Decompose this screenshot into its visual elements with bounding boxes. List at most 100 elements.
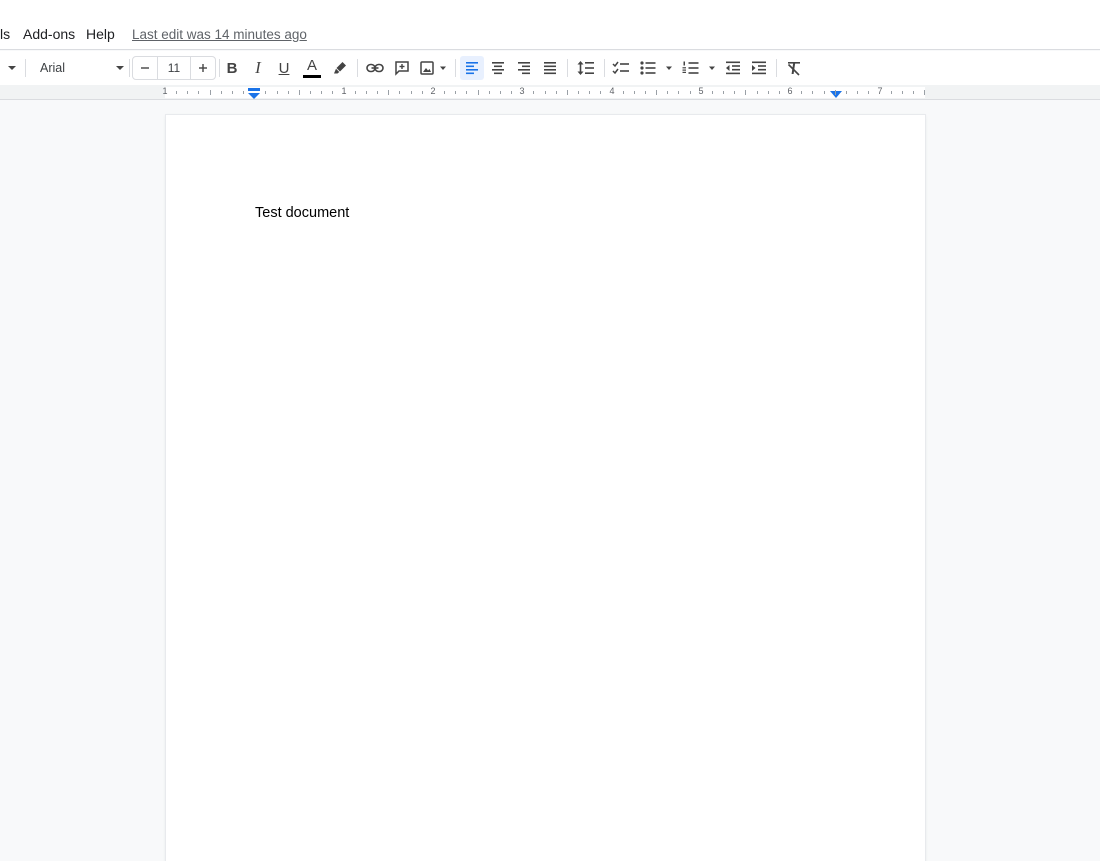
ruler-number: 4 (609, 86, 615, 96)
style-dropdown-caret[interactable] (8, 66, 16, 70)
clear-formatting-button[interactable] (782, 56, 806, 80)
menu-help[interactable]: Help (86, 26, 115, 42)
ruler-tick (489, 91, 490, 94)
numbered-list-button[interactable] (680, 56, 720, 80)
align-center-button[interactable] (486, 56, 510, 80)
toolbar-divider (129, 59, 130, 77)
ruler-tick (835, 90, 836, 95)
text-color-button[interactable]: A (300, 56, 324, 80)
italic-icon: I (255, 58, 261, 77)
ruler-tick (667, 91, 668, 94)
image-icon (420, 61, 446, 75)
ruler-tick (265, 91, 266, 94)
ruler-tick (779, 91, 780, 94)
italic-button[interactable]: I (247, 56, 269, 80)
ruler-tick (556, 91, 557, 94)
ruler-tick (299, 90, 300, 95)
insert-link-button[interactable] (362, 56, 388, 80)
ruler-tick (455, 91, 456, 94)
ruler-tick (466, 91, 467, 94)
highlight-color-button[interactable] (328, 56, 352, 80)
ruler-tick (545, 91, 546, 94)
ruler-tick (857, 91, 858, 94)
font-family-select[interactable]: Arial (30, 56, 128, 80)
font-size-stepper (132, 56, 216, 80)
document-page[interactable]: Test document (166, 115, 925, 861)
underline-button[interactable]: U (273, 56, 295, 80)
document-body-text[interactable]: Test document (255, 205, 349, 221)
ruler-number: 1 (341, 86, 347, 96)
ruler-tick (478, 90, 479, 95)
ruler-tick (846, 91, 847, 94)
ruler-tick (678, 91, 679, 94)
ruler-tick (690, 91, 691, 94)
increase-font-size-button[interactable] (191, 57, 215, 79)
ruler-tick (924, 90, 925, 95)
toolbar-divider (455, 59, 456, 77)
ruler-tick (757, 91, 758, 94)
align-left-button[interactable] (460, 56, 484, 80)
bulleted-list-button[interactable] (637, 56, 677, 80)
menu-addons[interactable]: Add-ons (23, 26, 75, 42)
decrease-indent-button[interactable] (721, 56, 745, 80)
ruler-tick (600, 91, 601, 94)
underline-icon: U (278, 59, 290, 77)
align-right-button[interactable] (512, 56, 536, 80)
chevron-down-icon (116, 66, 124, 70)
indent-increase-icon (752, 61, 766, 75)
menu-tools[interactable]: ls (0, 26, 10, 42)
ruler[interactable]: 1 1 2 3 4 5 6 7 (0, 85, 1100, 100)
bold-button[interactable]: B (221, 56, 243, 80)
ruler-tick (656, 90, 657, 95)
decrease-font-size-button[interactable] (133, 57, 157, 79)
ruler-tick (533, 91, 534, 94)
add-comment-button[interactable] (390, 56, 414, 80)
ruler-tick (824, 91, 825, 94)
ruler-tick (712, 91, 713, 94)
ruler-number: 3 (519, 86, 525, 96)
ruler-tick (723, 91, 724, 94)
font-size-input[interactable] (157, 57, 191, 79)
ruler-number: 1 (162, 86, 168, 96)
ruler-tick (388, 90, 389, 95)
ruler-tick (355, 91, 356, 94)
align-left-icon (466, 62, 478, 75)
insert-image-button[interactable] (416, 56, 450, 80)
link-icon (366, 63, 384, 73)
line-spacing-button[interactable] (573, 56, 599, 80)
ruler-tick (812, 91, 813, 94)
last-edit-link[interactable]: Last edit was 14 minutes ago (132, 27, 307, 42)
ruler-tick (198, 91, 199, 94)
comment-add-icon (395, 61, 409, 76)
right-indent-marker-icon[interactable] (829, 90, 843, 99)
checklist-button[interactable] (609, 56, 633, 80)
ruler-tick (411, 91, 412, 94)
toolbar-divider (776, 59, 777, 77)
ruler-tick (332, 91, 333, 94)
menu-bar: ls Add-ons Help Last edit was 14 minutes… (0, 0, 1100, 50)
clear-formatting-icon (787, 62, 800, 76)
ruler-tick (891, 91, 892, 94)
ruler-tick (176, 91, 177, 94)
ruler-tick (745, 90, 746, 95)
ruler-number: 5 (698, 86, 704, 96)
line-spacing-icon (577, 61, 594, 75)
toolbar-divider (219, 59, 220, 77)
ruler-tick (277, 91, 278, 94)
toolbar-divider (604, 59, 605, 77)
toolbar-divider (567, 59, 568, 77)
ruler-tick (567, 90, 568, 95)
ruler-tick (422, 91, 423, 94)
ruler-number: 7 (877, 86, 883, 96)
font-family-value: Arial (40, 61, 66, 75)
increase-indent-button[interactable] (747, 56, 771, 80)
ruler-tick (734, 91, 735, 94)
bold-icon: B (226, 59, 238, 77)
checklist-icon (612, 61, 629, 75)
ruler-tick (902, 91, 903, 94)
ruler-tick (645, 91, 646, 94)
ruler-tick (511, 91, 512, 94)
left-indent-marker-icon[interactable] (247, 88, 261, 100)
toolbar-divider (25, 59, 26, 77)
justify-button[interactable] (538, 56, 562, 80)
